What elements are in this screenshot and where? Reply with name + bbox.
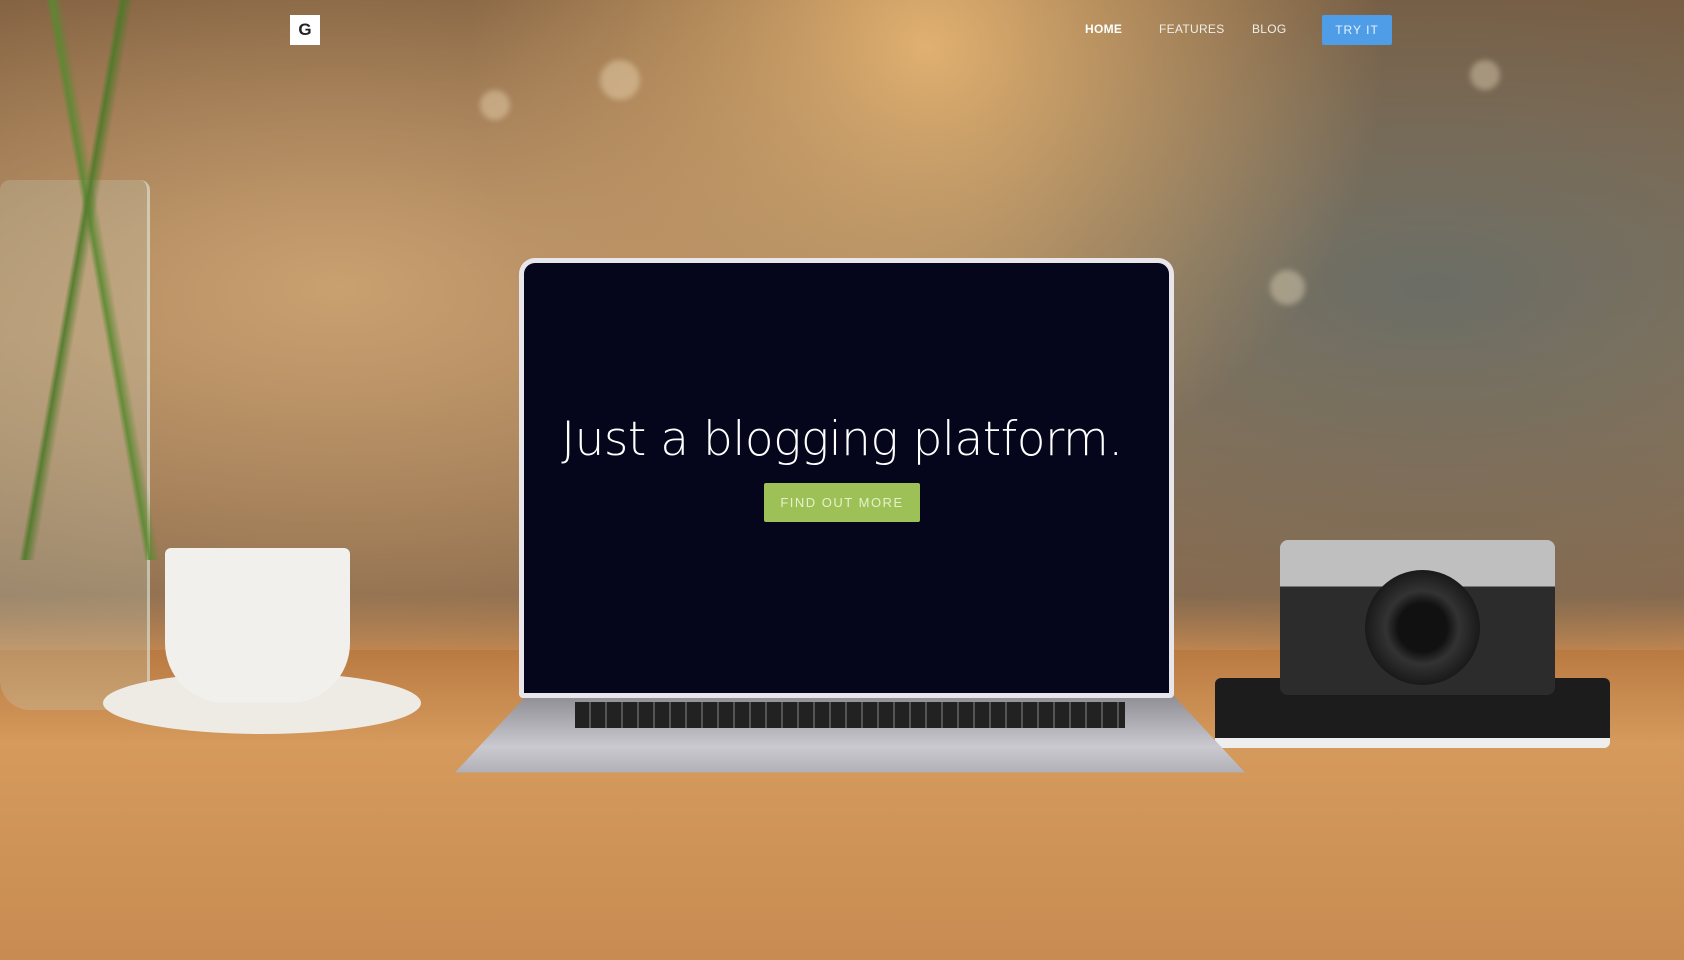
nav-blog[interactable]: BLOG — [1252, 22, 1287, 36]
nav-home[interactable]: HOME — [1085, 22, 1122, 36]
bokeh-light — [600, 60, 640, 100]
hero-title: Just a blogging platform. — [561, 412, 1123, 467]
laptop-keyboard — [575, 702, 1125, 728]
bokeh-light — [1270, 270, 1305, 305]
camera-lens — [1365, 570, 1480, 685]
plant — [10, 0, 180, 560]
logo[interactable]: G — [290, 15, 320, 45]
nav-features[interactable]: FEATURES — [1159, 22, 1225, 36]
top-nav: G HOME FEATURES BLOG TRY IT — [0, 0, 1684, 60]
coffee-cup — [165, 548, 350, 703]
find-out-more-button[interactable]: FIND OUT MORE — [764, 483, 920, 522]
laptop-screen — [519, 258, 1174, 698]
bokeh-light — [480, 90, 510, 120]
try-it-button[interactable]: TRY IT — [1322, 15, 1392, 45]
bokeh-light — [1470, 60, 1500, 90]
